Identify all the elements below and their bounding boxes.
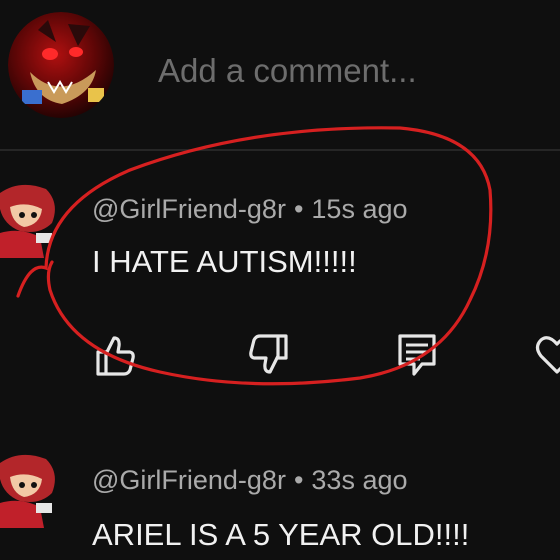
- comment-meta: @GirlFriend-g8r • 15s ago: [92, 194, 408, 225]
- thumbs-up-icon: [96, 336, 135, 376]
- meta-separator: •: [293, 465, 304, 495]
- meta-separator: •: [293, 194, 304, 224]
- reply-icon: [398, 334, 436, 376]
- add-comment-row: [0, 0, 560, 140]
- comment-author-handle[interactable]: @GirlFriend-g8r: [92, 194, 286, 224]
- thumbs-down-icon: [249, 334, 288, 374]
- comment-timestamp: 15s ago: [311, 194, 408, 224]
- comment-meta: @GirlFriend-g8r • 33s ago: [92, 465, 408, 496]
- dislike-button[interactable]: [244, 330, 294, 380]
- comment-item: @GirlFriend-g8r • 33s ago ARIEL IS A 5 YEA…: [0, 445, 560, 560]
- comment-text: I HATE AUTISM!!!!!: [92, 244, 357, 279]
- divider: [0, 149, 560, 151]
- heart-icon: [535, 336, 560, 374]
- user-avatar[interactable]: [8, 12, 114, 118]
- comment-item: @GirlFriend-g8r • 15s ago I HATE AUTISM!!!…: [0, 180, 560, 400]
- comment-timestamp: 33s ago: [311, 465, 408, 495]
- comment-text: ARIEL IS A 5 YEAR OLD!!!!: [92, 517, 470, 552]
- commenter-avatar[interactable]: [0, 453, 60, 528]
- commenter-avatar[interactable]: [0, 183, 60, 258]
- comment-author-handle[interactable]: @GirlFriend-g8r: [92, 465, 286, 495]
- reply-button[interactable]: [392, 330, 442, 380]
- heart-button[interactable]: [532, 330, 560, 380]
- like-button[interactable]: [90, 330, 140, 380]
- add-comment-input[interactable]: [158, 48, 538, 94]
